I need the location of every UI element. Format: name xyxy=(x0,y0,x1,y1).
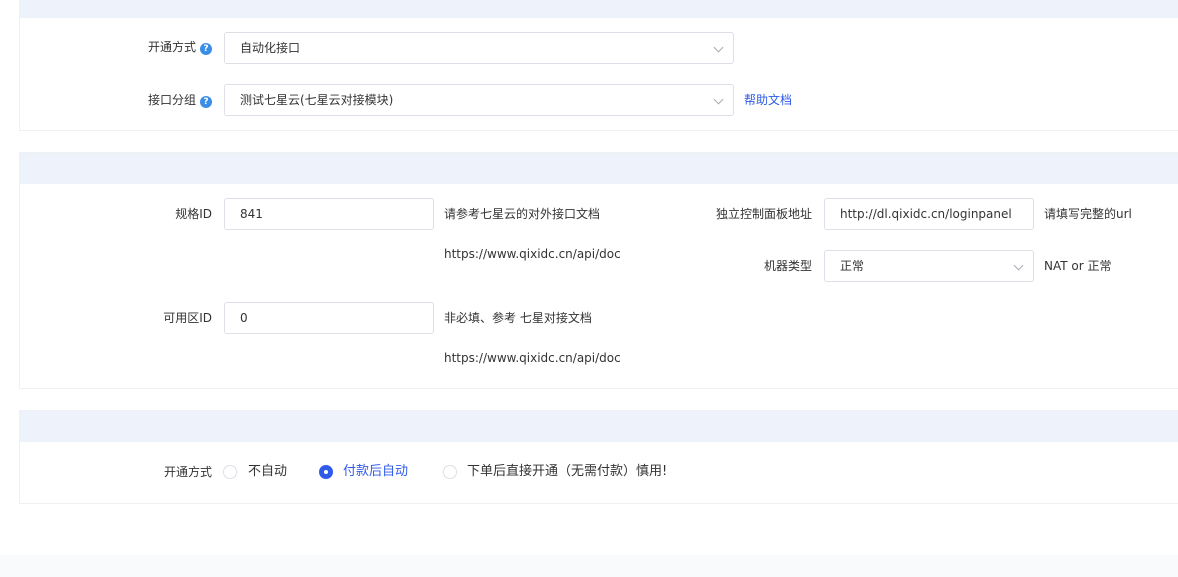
card-header xyxy=(20,0,1178,18)
machine-type-note: NAT or 正常 xyxy=(1044,259,1112,273)
chevron-down-icon xyxy=(713,42,724,53)
radio-label[interactable]: 下单后直接开通（无需付款）慎用! xyxy=(467,464,667,480)
spec-id-value: 841 xyxy=(240,207,263,221)
group-select[interactable]: 测试七星云(七星云对接模块) xyxy=(224,84,734,116)
radio-button[interactable] xyxy=(223,465,237,479)
spec-id-input[interactable]: 841 xyxy=(224,198,434,230)
radio-label[interactable]: 不自动 xyxy=(248,464,287,480)
group-label-text: 接口分组 xyxy=(147,93,196,107)
open-method-select[interactable]: 自动化接口 xyxy=(224,32,734,64)
group-label: 接口分组? xyxy=(140,92,212,108)
panel-url-value: http://dl.qixidc.cn/loginpanel xyxy=(840,207,1012,221)
spec-id-url: https://www.qixidc.cn/api/doc xyxy=(444,247,621,261)
spec-id-label: 规格ID xyxy=(175,207,212,221)
zone-id-note: 非必填、参考 七星对接文档 xyxy=(444,311,592,325)
panel-url-label: 独立控制面板地址 xyxy=(715,207,812,221)
panel-url-note: 请填写完整的url xyxy=(1044,207,1132,221)
zone-id-value: 0 xyxy=(240,311,248,325)
help-doc-link[interactable]: 帮助文档 xyxy=(744,92,792,108)
open-method-label: 开通方式? xyxy=(140,39,212,55)
help-icon[interactable]: ? xyxy=(200,96,212,108)
radio-button-selected[interactable] xyxy=(319,465,333,479)
radio-button[interactable] xyxy=(443,465,457,479)
card-header xyxy=(20,153,1178,184)
footer-strip xyxy=(0,555,1178,577)
group-select-value: 测试七星云(七星云对接模块) xyxy=(240,93,394,107)
zone-id-url: https://www.qixidc.cn/api/doc xyxy=(444,351,621,365)
machine-type-label: 机器类型 xyxy=(763,259,812,273)
provision-card: 开通方式? 自动化接口 接口分组? 测试七星云(七星云对接模块) 帮助文档 xyxy=(19,0,1178,131)
spec-id-note: 请参考七星云的对外接口文档 xyxy=(444,207,601,221)
spec-card: 规格ID 841 请参考七星云的对外接口文档 https://www.qixid… xyxy=(19,152,1178,389)
auto-provision-card: 开通方式 不自动 付款后自动 下单后直接开通（无需付款）慎用! xyxy=(19,410,1178,504)
open-method-select-value: 自动化接口 xyxy=(240,41,301,55)
zone-id-label: 可用区ID xyxy=(163,311,212,325)
help-icon[interactable]: ? xyxy=(200,43,212,55)
panel-url-input[interactable]: http://dl.qixidc.cn/loginpanel xyxy=(824,198,1034,230)
zone-id-input[interactable]: 0 xyxy=(224,302,434,334)
chevron-down-icon xyxy=(713,94,724,105)
chevron-down-icon xyxy=(1013,260,1024,271)
radio-label[interactable]: 付款后自动 xyxy=(343,464,408,480)
open-method-label: 开通方式 xyxy=(163,465,212,479)
card-header xyxy=(20,411,1178,442)
machine-type-value: 正常 xyxy=(840,259,865,273)
machine-type-select[interactable]: 正常 xyxy=(824,250,1034,282)
open-method-label-text: 开通方式 xyxy=(147,40,196,54)
